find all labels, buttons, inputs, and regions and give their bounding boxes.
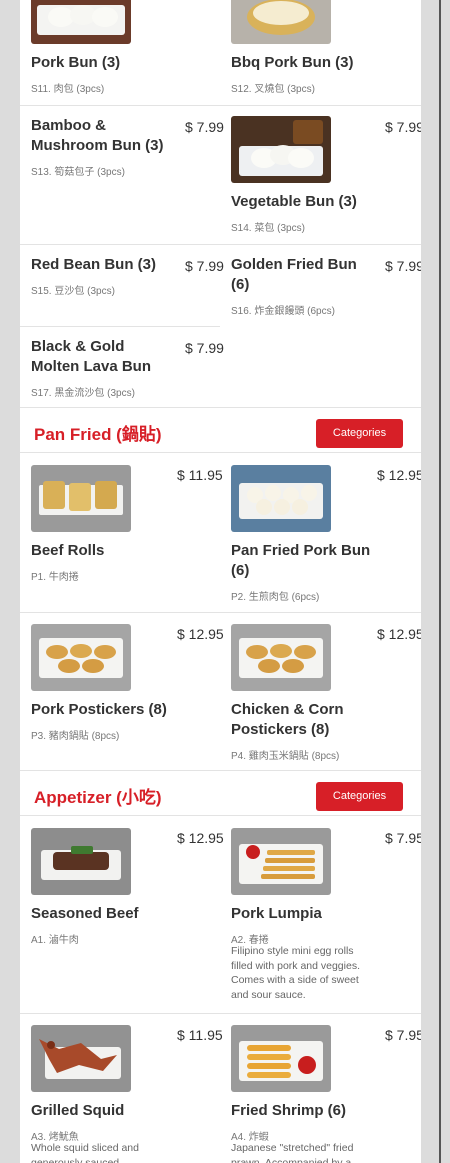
- item-code: S16. 炸金銀饅頭 (6pcs): [231, 306, 335, 317]
- section-title: Appetizer (小吃): [34, 788, 162, 807]
- beef-rolls-image: [31, 465, 131, 532]
- item-code: S12. 叉燒包 (3pcs): [231, 84, 315, 95]
- item-price: $ 12.95: [177, 626, 224, 642]
- menu-row: Pork Postickers (8) P3. 豬肉鍋貼 (8pcs) $ 12…: [20, 613, 421, 771]
- item-code: S11. 肉包 (3pcs): [31, 84, 105, 95]
- item-name: Pork Bun (3): [31, 54, 121, 71]
- item-name: Pork Lumpia: [231, 905, 322, 922]
- bbq-pork-bun-image: [231, 0, 331, 44]
- menu-item-a4[interactable]: Fried Shrimp (6) A4. 炸蝦 Japanese "stretc…: [220, 1014, 421, 1163]
- item-price: $ 7.99: [185, 119, 224, 135]
- item-price: $ 12.95: [377, 626, 421, 642]
- menu-item-p4[interactable]: Chicken & Corn Postickers (8) P4. 雞肉玉米鍋貼…: [220, 613, 421, 771]
- menu-item-a2[interactable]: Pork Lumpia A2. 春捲 Filipino style mini e…: [220, 816, 421, 1014]
- pork-bun-image: [31, 0, 131, 44]
- fried-shrimp-image: [231, 1025, 331, 1092]
- item-description: Japanese "stretched" fried prawn. Accomp…: [231, 1142, 354, 1163]
- item-price: $ 12.95: [177, 830, 224, 846]
- item-price: $ 11.95: [177, 1027, 223, 1043]
- categories-button[interactable]: Categories: [316, 419, 403, 448]
- item-code: P3. 豬肉鍋貼 (8pcs): [31, 731, 120, 742]
- menu-item-s14[interactable]: Vegetable Bun (3) S14. 菜包 (3pcs) $ 7.99: [220, 106, 421, 245]
- menu-row: Seasoned Beef A1. 滷牛肉 $ 12.95 Pork Lumpi…: [20, 816, 421, 1014]
- item-code: S15. 豆沙包 (3pcs): [31, 286, 115, 297]
- menu-row: Pork Bun (3) S11. 肉包 (3pcs) Bbq Pork Bun…: [20, 0, 421, 106]
- menu-row: Grilled Squid A3. 烤魷魚 Whole squid sliced…: [20, 1014, 421, 1163]
- window-edge: [439, 0, 441, 1163]
- menu-item-a1[interactable]: Seasoned Beef A1. 滷牛肉 $ 12.95: [20, 816, 224, 1014]
- item-name: Golden Fried Bun (6): [231, 256, 357, 293]
- seasoned-beef-image: [31, 828, 131, 895]
- item-name: Bbq Pork Bun (3): [231, 54, 354, 71]
- item-name: Pan Fried Pork Bun (6): [231, 542, 371, 579]
- item-name: Red Bean Bun (3): [31, 256, 157, 273]
- item-price: $ 12.95: [377, 467, 421, 483]
- item-code: P2. 生煎肉包 (6pcs): [231, 592, 320, 603]
- menu-item-s16[interactable]: Golden Fried Bun (6) S16. 炸金銀饅頭 (6pcs) $…: [220, 245, 421, 327]
- pork-lumpia-image: [231, 828, 331, 895]
- menu-item-p1[interactable]: Beef Rolls P1. 牛肉捲 $ 11.95: [20, 453, 223, 613]
- menu-row: Bamboo & Mushroom Bun (3) S13. 筍菇包子 (3pc…: [20, 106, 421, 245]
- item-code: S17. 黑金流沙包 (3pcs): [31, 388, 135, 399]
- item-name: Black & Gold Molten Lava Bun: [31, 338, 152, 375]
- menu-item-s11[interactable]: Pork Bun (3) S11. 肉包 (3pcs): [20, 0, 220, 106]
- item-price: $ 11.95: [177, 467, 223, 483]
- item-name: Beef Rolls: [31, 542, 105, 559]
- item-price: $ 7.99: [185, 340, 224, 356]
- item-price: $ 7.95: [385, 1027, 421, 1043]
- item-price: $ 7.99: [185, 258, 224, 274]
- menu-item-a3[interactable]: Grilled Squid A3. 烤魷魚 Whole squid sliced…: [20, 1014, 223, 1163]
- item-name: Bamboo & Mushroom Bun (3): [31, 117, 164, 154]
- menu-row: Beef Rolls P1. 牛肉捲 $ 11.95 Pan Fried Por…: [20, 453, 421, 613]
- menu-item-p2[interactable]: Pan Fried Pork Bun (6) P2. 生煎肉包 (6pcs) $…: [220, 453, 421, 613]
- vegetable-bun-image: [231, 116, 331, 183]
- item-code: P4. 雞肉玉米鍋貼 (8pcs): [231, 751, 340, 762]
- menu-item-s12[interactable]: Bbq Pork Bun (3) S12. 叉燒包 (3pcs): [220, 0, 420, 106]
- menu-page: Pork Bun (3) S11. 肉包 (3pcs) Bbq Pork Bun…: [20, 0, 421, 1163]
- menu-item-s15[interactable]: Red Bean Bun (3) S15. 豆沙包 (3pcs) $ 7.99: [20, 245, 224, 327]
- pork-postickers-image: [31, 624, 131, 691]
- item-name: Seasoned Beef: [31, 905, 139, 922]
- item-price: $ 7.95: [385, 830, 421, 846]
- item-code: S13. 筍菇包子 (3pcs): [31, 167, 125, 178]
- item-code: S14. 菜包 (3pcs): [231, 223, 305, 234]
- section-header-pan-fried: Pan Fried (鍋貼) Categories: [20, 407, 421, 453]
- section-title: Pan Fried (鍋貼): [34, 425, 162, 444]
- grilled-squid-image: [31, 1025, 131, 1092]
- section-header-appetizer: Appetizer (小吃) Categories: [20, 770, 421, 816]
- pan-fried-pork-bun-image: [231, 465, 331, 532]
- item-name: Chicken & Corn Postickers (8): [231, 701, 344, 738]
- categories-button[interactable]: Categories: [316, 782, 403, 811]
- item-description: Whole squid sliced and generously sauced: [31, 1142, 139, 1163]
- item-description: Filipino style mini egg rolls filled wit…: [231, 945, 360, 1001]
- menu-item-s13[interactable]: Bamboo & Mushroom Bun (3) S13. 筍菇包子 (3pc…: [20, 106, 224, 245]
- item-name: Pork Postickers (8): [31, 701, 167, 718]
- item-code: A1. 滷牛肉: [31, 935, 79, 946]
- item-price: $ 7.99: [385, 258, 421, 274]
- item-price: $ 7.99: [385, 119, 421, 135]
- chicken-corn-postickers-image: [231, 624, 331, 691]
- menu-item-s17[interactable]: Black & Gold Molten Lava Bun S17. 黑金流沙包 …: [20, 327, 224, 407]
- item-name: Fried Shrimp (6): [231, 1102, 347, 1119]
- menu-item-p3[interactable]: Pork Postickers (8) P3. 豬肉鍋貼 (8pcs) $ 12…: [20, 613, 224, 771]
- item-code: P1. 牛肉捲: [31, 572, 79, 583]
- item-name: Vegetable Bun (3): [231, 193, 357, 210]
- item-name: Grilled Squid: [31, 1102, 125, 1119]
